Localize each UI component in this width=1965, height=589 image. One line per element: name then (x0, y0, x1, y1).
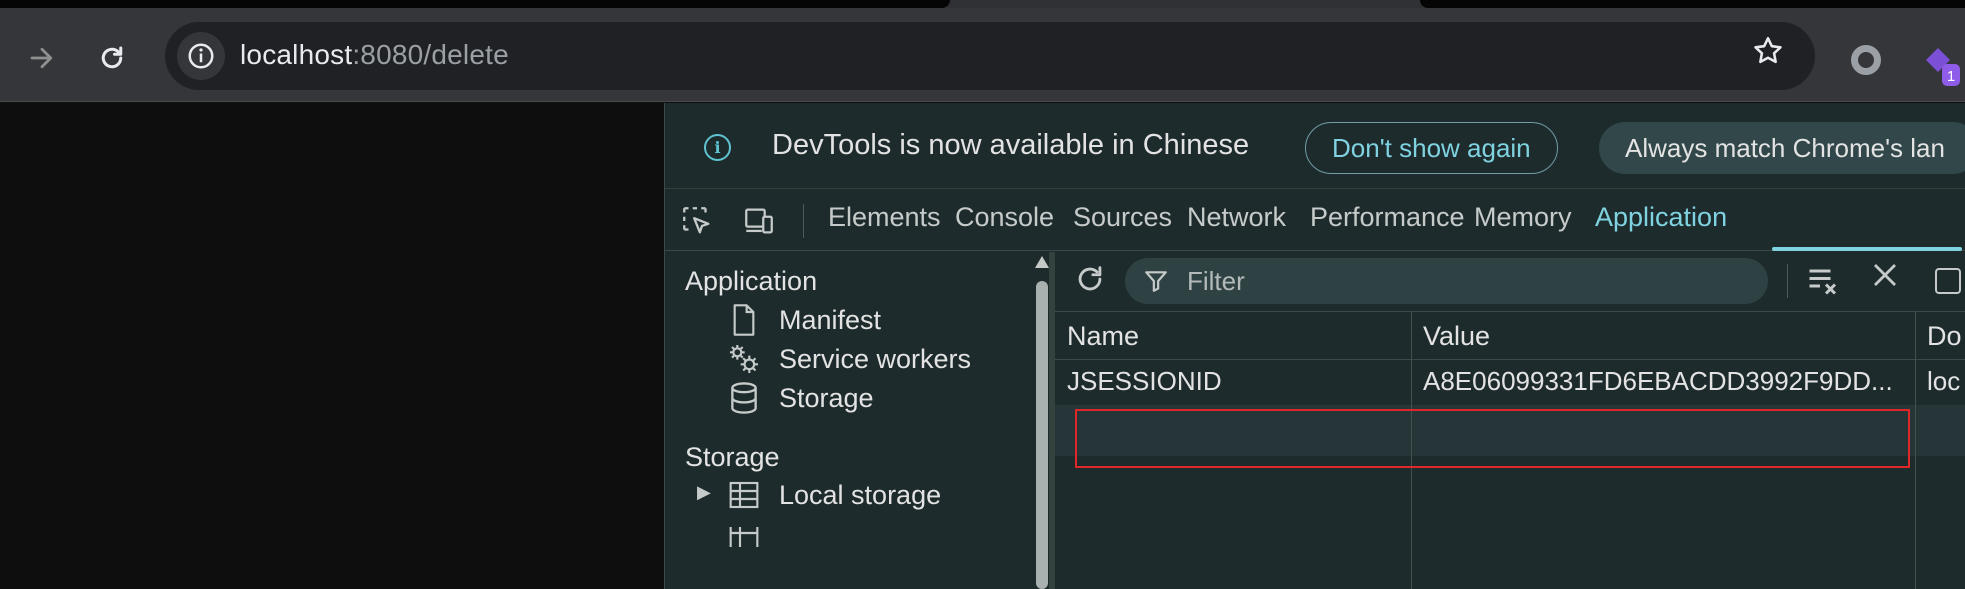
device-toolbar-button[interactable] (742, 204, 776, 238)
reload-icon (101, 46, 123, 69)
url-host: localhost (240, 39, 353, 70)
sidebar-item-partial[interactable] (727, 527, 779, 547)
scroll-up-arrow[interactable] (1035, 256, 1049, 268)
column-header-domain[interactable]: Do (1927, 321, 1962, 352)
filter-icon (1145, 271, 1167, 292)
gears-icon (727, 342, 761, 376)
refresh-icon (1078, 266, 1102, 291)
browser-toolbar: localhost:8080/delete 1 (0, 8, 1965, 102)
sidebar-item-label: Manifest (779, 304, 882, 335)
cell-domain: loc (1927, 366, 1961, 396)
forward-button[interactable] (22, 38, 62, 78)
cookies-pane: Filter Name Value Do JSESSIONID A8E06099… (1055, 252, 1965, 589)
dont-show-again-button[interactable]: Don't show again (1305, 122, 1558, 174)
filter-input[interactable]: Filter (1125, 258, 1768, 304)
browser-tab[interactable] (0, 0, 950, 8)
url-text: localhost:8080/delete (240, 39, 509, 71)
tab-strip (0, 0, 1965, 8)
extension-badge-icon[interactable]: 1 (1920, 46, 1960, 86)
info-icon (188, 43, 214, 69)
circle-extension-icon[interactable] (1851, 45, 1881, 75)
tab-performance[interactable]: Performance (1310, 202, 1465, 233)
scroll-thumb[interactable] (1036, 281, 1048, 589)
column-divider[interactable] (1915, 312, 1916, 589)
device-icon (745, 208, 773, 234)
clear-list-icon (1809, 269, 1837, 295)
table-icon (727, 478, 761, 512)
table-row[interactable]: JSESSIONID A8E06099331FD6EBACDD3992F9DD.… (1055, 361, 1965, 405)
tab-memory[interactable]: Memory (1474, 202, 1572, 233)
sidebar-item-label: Service workers (779, 343, 972, 374)
site-info-button[interactable] (177, 32, 225, 80)
toolbar-separator (1787, 264, 1788, 298)
arrow-right-icon (30, 47, 53, 69)
active-tab-indicator (1772, 247, 1962, 251)
column-header-name[interactable]: Name (1067, 321, 1139, 352)
sidebar-scrollbar[interactable] (1035, 256, 1049, 589)
toolbar-separator (803, 204, 804, 238)
cookies-table: Name Value Do JSESSIONID A8E06099331FD6E… (1055, 312, 1965, 589)
tab-application[interactable]: Application (1595, 202, 1727, 233)
url-path: :8080/delete (352, 39, 509, 70)
delete-selected-button[interactable] (1870, 260, 1900, 299)
cell-name: JSESSIONID (1067, 366, 1222, 396)
table-icon (727, 527, 761, 547)
refresh-button[interactable] (1073, 262, 1111, 300)
filter-placeholder: Filter (1187, 266, 1245, 296)
bookmark-button[interactable] (1751, 34, 1785, 77)
sidebar-item-label: Storage (779, 382, 874, 413)
column-header-value[interactable]: Value (1423, 321, 1490, 352)
sidebar-item-manifest[interactable]: Manifest (727, 302, 881, 338)
tab-sources[interactable]: Sources (1073, 202, 1172, 233)
table-header: Name Value Do (1055, 312, 1965, 360)
cell-value: A8E06099331FD6EBACDD3992F9DD... (1423, 366, 1893, 396)
clear-all-button[interactable] (1805, 262, 1841, 298)
page-content (0, 103, 664, 589)
infobar-message: DevTools is now available in Chinese (772, 129, 1250, 161)
database-icon (727, 381, 761, 415)
sidebar-item-service-workers[interactable]: Service workers (727, 341, 971, 377)
annotation-highlight-box (1075, 409, 1910, 468)
sidebar-item-storage[interactable]: Storage (727, 380, 874, 416)
extension-badge-count: 1 (1947, 68, 1955, 85)
expand-arrow-icon[interactable]: ▶ (697, 482, 711, 503)
cookies-toolbar: Filter (1055, 252, 1965, 312)
tab-network[interactable]: Network (1187, 202, 1286, 233)
address-bar[interactable]: localhost:8080/delete (165, 22, 1815, 90)
info-icon: i (704, 134, 731, 161)
reload-button[interactable] (92, 38, 132, 78)
document-icon (727, 303, 761, 337)
sidebar-heading-application: Application (685, 266, 818, 296)
tab-console[interactable]: Console (955, 202, 1054, 233)
close-icon (1874, 264, 1896, 286)
application-sidebar: Application Manifest Service workers Sto… (665, 252, 1049, 589)
sidebar-heading-storage: Storage (685, 442, 780, 472)
inspect-element-button[interactable] (680, 204, 714, 238)
tab-elements[interactable]: Elements (828, 202, 941, 233)
only-issues-checkbox[interactable] (1935, 268, 1961, 294)
devtools-tab-bar: Elements Console Sources Network Perform… (665, 190, 1965, 251)
language-infobar: i DevTools is now available in Chinese D… (665, 103, 1965, 189)
browser-tab[interactable] (1420, 0, 1965, 8)
sidebar-item-label: Local storage (779, 479, 942, 510)
sidebar-item-local-storage[interactable]: Local storage (727, 477, 941, 513)
devtools-panel: i DevTools is now available in Chinese D… (664, 103, 1965, 589)
always-match-language-button[interactable]: Always match Chrome's lan (1599, 122, 1965, 174)
inspect-icon (683, 207, 710, 234)
star-icon (1754, 36, 1782, 64)
